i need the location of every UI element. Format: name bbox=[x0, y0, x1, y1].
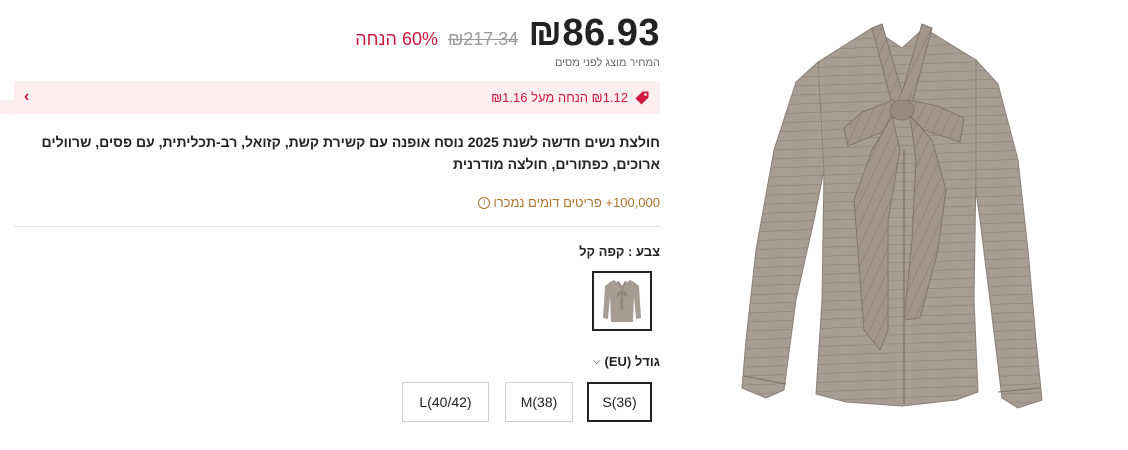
divider bbox=[14, 226, 660, 227]
size-label: גודל (EU) bbox=[604, 354, 661, 369]
size-option-m[interactable]: M(38) bbox=[505, 382, 573, 422]
color-swatch-light-coffee[interactable] bbox=[592, 271, 652, 331]
blouse-image bbox=[741, 23, 1043, 409]
price-tag-icon bbox=[635, 91, 649, 104]
product-info-panel: ₪86.93 ₪217.34 60% הנחה המחיר מוצג לפני … bbox=[14, 0, 660, 445]
product-title: חולצת נשים חדשה לשנת 2025 נוסח אופנה עם … bbox=[41, 134, 660, 172]
price-row: ₪86.93 ₪217.34 60% הנחה bbox=[355, 12, 660, 55]
sold-count-text: 100,000+ פריטים דומים נמכרו bbox=[493, 195, 660, 210]
size-label-row[interactable]: גודל (EU) ⌵ bbox=[593, 354, 660, 369]
size-option-s[interactable]: S(36) bbox=[587, 382, 652, 422]
color-label: צבע : קפה קל bbox=[579, 244, 660, 259]
chevron-down-icon[interactable]: ⌵ bbox=[593, 356, 601, 367]
discount-badge: 60% הנחה bbox=[355, 29, 438, 49]
promo-banner[interactable]: ₪1.12 הנחה מעל ₪1.16 › bbox=[14, 81, 660, 114]
info-icon[interactable]: i bbox=[478, 196, 491, 209]
chevron-right-icon[interactable]: › bbox=[24, 88, 29, 106]
product-image[interactable] bbox=[676, 0, 1128, 445]
tax-note: המחיר מוצג לפני מסים bbox=[554, 57, 660, 69]
left-edge-strip bbox=[0, 100, 14, 114]
sold-count-row[interactable]: 100,000+ פריטים דומים נמכרו i bbox=[478, 195, 660, 210]
current-price: ₪86.93 bbox=[528, 12, 660, 54]
original-price: ₪217.34 bbox=[447, 29, 519, 49]
blouse-thumbnail-icon bbox=[603, 280, 641, 322]
promo-text: ₪1.12 הנחה מעל ₪1.16 bbox=[491, 90, 628, 105]
size-option-l[interactable]: L(40/42) bbox=[402, 382, 489, 422]
